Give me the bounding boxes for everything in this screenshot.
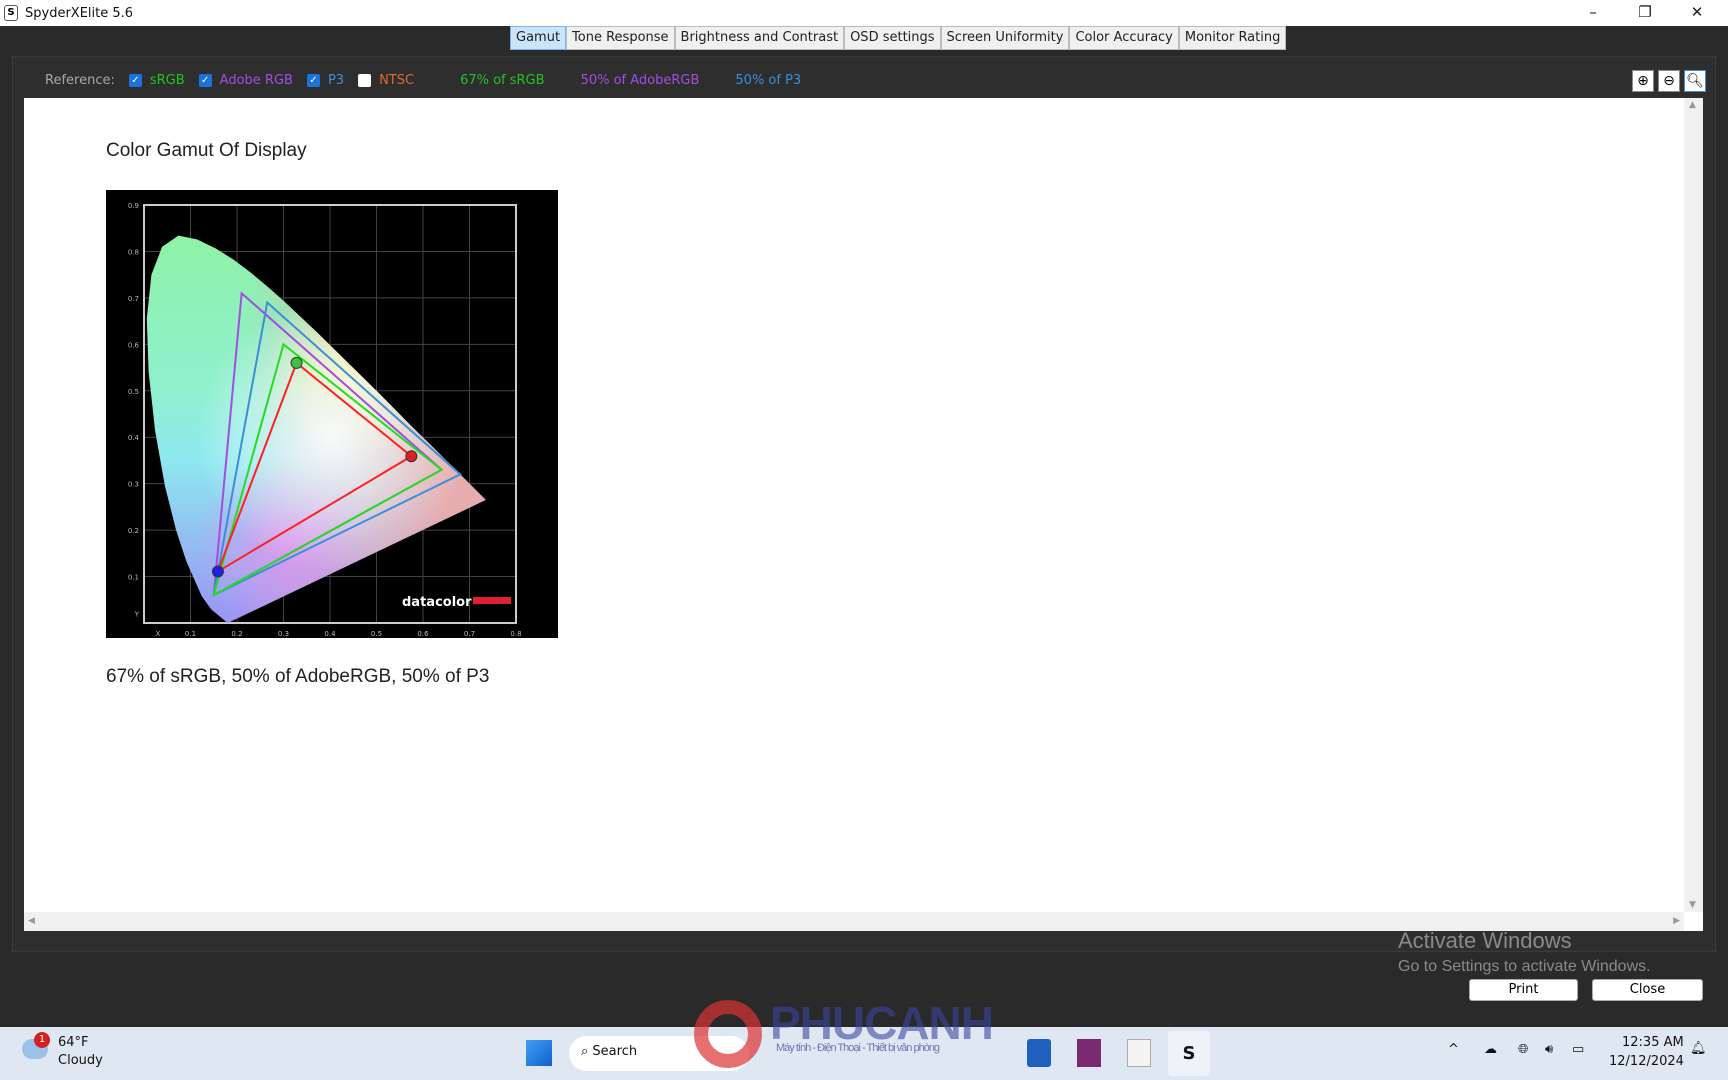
y-tick-label: 0.3: [128, 481, 139, 489]
ntsc-checkbox[interactable]: [358, 73, 372, 87]
close-window-button[interactable]: ✕: [1672, 0, 1722, 26]
tab-color-accuracy[interactable]: Color Accuracy: [1069, 26, 1179, 50]
measured-primary-point: [211, 565, 224, 578]
y-tick-label: 0.5: [128, 388, 139, 396]
page-title: Color Gamut Of Display: [106, 140, 307, 161]
srgb-coverage: 67% of sRGB: [460, 72, 545, 88]
gamut-chart: 0.1 0.2 0.3 0.4 0.5 0.6 0.7 0.8 0.1 0.2 0.3 0.4 0.5 0…: [106, 190, 558, 638]
y-tick-label: 0.6: [128, 341, 140, 349]
adobergb-coverage: 50% of AdobeRGB: [580, 72, 700, 88]
zoom-in-icon[interactable]: ⊕: [1632, 70, 1654, 92]
tab-tone-response[interactable]: Tone Response: [566, 26, 675, 50]
adobergb-checkbox[interactable]: ✓: [198, 73, 212, 87]
scroll-left-icon[interactable]: ◀: [28, 916, 35, 926]
datacolor-logo: datacolor: [402, 595, 472, 610]
reference-row: Reference: ✓ sRGB ✓ Adobe RGB ✓ P3 NTSC …: [45, 70, 801, 90]
spyder-taskbar-icon[interactable]: S: [1168, 1031, 1210, 1076]
vertical-scrollbar[interactable]: ▲ ▼: [1684, 98, 1703, 912]
x-tick-label: 0.1: [185, 630, 196, 638]
report-panel: Color Gamut Of Display 0.1 0.2 0.3 0.4 0.5 0.…: [24, 98, 1703, 931]
x-tick-label: 0.4: [324, 630, 336, 638]
srgb-checkbox[interactable]: ✓: [128, 73, 142, 87]
scroll-up-icon[interactable]: ▲: [1689, 100, 1696, 110]
watermark-line2: Go to Settings to activate Windows.: [1398, 958, 1651, 975]
weather-badge: 1: [34, 1032, 50, 1048]
search-icon: ⌕: [581, 1044, 589, 1059]
app-icon: S: [4, 5, 18, 21]
tab-bar: Gamut Tone Response Brightness and Contr…: [510, 26, 1287, 50]
y-tick-label: 0.1: [128, 574, 139, 582]
winrar-icon[interactable]: [1077, 1039, 1101, 1067]
x-tick-label: 0.2: [231, 630, 242, 638]
y-tick-label: 0.8: [128, 248, 139, 256]
y-tick-label: 0.7: [128, 295, 139, 303]
weather-condition[interactable]: Cloudy: [58, 1053, 103, 1068]
y-tick-label: 0.4: [128, 434, 140, 442]
gamut-summary: 67% of sRGB, 50% of AdobeRGB, 50% of P3: [106, 666, 490, 687]
clock-date[interactable]: 12/12/2024: [1609, 1054, 1684, 1069]
scroll-right-icon[interactable]: ▶: [1673, 916, 1680, 926]
minimize-button[interactable]: –: [1568, 0, 1618, 26]
notification-bell-icon[interactable]: 🔔︎: [1690, 1041, 1707, 1056]
zoom-fit-icon[interactable]: 🔍︎: [1684, 70, 1706, 92]
restore-button[interactable]: ❐: [1620, 0, 1670, 26]
x-tick-label: 0.7: [464, 630, 475, 638]
x-tick-label: 0.5: [371, 630, 382, 638]
ntsc-label: NTSC: [379, 72, 415, 88]
phucanh-logo: PHUCANH Máy tính - Điện Thoại - Thiết bị…: [694, 996, 994, 1054]
y-tick-label: 0.9: [128, 202, 139, 210]
spectral-locus: [146, 235, 486, 624]
gamut-chart-svg: 0.1 0.2 0.3 0.4 0.5 0.6 0.7 0.8 0.1 0.2 0.3 0.4 0.5 0…: [128, 202, 522, 638]
tab-monitor-rating[interactable]: Monitor Rating: [1178, 26, 1287, 50]
srgb-label: sRGB: [149, 72, 185, 88]
p3-coverage: 50% of P3: [735, 72, 802, 88]
tab-brightness-contrast[interactable]: Brightness and Contrast: [674, 26, 845, 50]
p3-label: P3: [327, 72, 345, 88]
window-title: SpyderXElite 5.6: [25, 5, 134, 21]
watermark-line1: Activate Windows: [1398, 928, 1572, 953]
language-icon[interactable]: 🌐︎: [1518, 1042, 1528, 1057]
onedrive-icon[interactable]: ☁: [1484, 1042, 1497, 1057]
scroll-down-icon[interactable]: ▼: [1689, 900, 1696, 910]
volume-icon[interactable]: 🔊︎: [1545, 1042, 1553, 1057]
adobergb-label: Adobe RGB: [219, 72, 293, 88]
activate-windows-watermark: Activate Windows Go to Settings to activ…: [1398, 928, 1651, 976]
close-button[interactable]: Close: [1592, 979, 1703, 1001]
tab-gamut[interactable]: Gamut: [510, 26, 567, 50]
title-bar: S SpyderXElite 5.6 – ❐ ✕: [0, 0, 1728, 26]
search-label: Search: [592, 1044, 638, 1059]
tray-chevron-icon[interactable]: ^: [1448, 1042, 1459, 1057]
y-axis-label: Y: [134, 611, 140, 619]
reference-label: Reference:: [45, 72, 115, 88]
x-tick-label: 0.3: [278, 630, 289, 638]
datacolor-logo-bar: [473, 597, 511, 604]
battery-icon[interactable]: ▭: [1572, 1042, 1584, 1057]
measured-primary-point: [405, 450, 418, 463]
x-tick-label: 0.8: [510, 630, 521, 638]
weather-temp[interactable]: 64°F: [58, 1035, 89, 1050]
start-icon[interactable]: [526, 1040, 552, 1066]
tab-screen-uniformity[interactable]: Screen Uniformity: [940, 26, 1070, 50]
tab-osd-settings[interactable]: OSD settings: [844, 26, 941, 50]
x-axis-label: X: [156, 630, 161, 638]
zoom-out-icon[interactable]: ⊖: [1658, 70, 1680, 92]
clock-time[interactable]: 12:35 AM: [1622, 1035, 1684, 1050]
print-button[interactable]: Print: [1469, 979, 1578, 1001]
p3-checkbox[interactable]: ✓: [306, 73, 320, 87]
speccy-icon[interactable]: [1127, 1039, 1151, 1067]
x-tick-label: 0.6: [417, 630, 429, 638]
store-icon[interactable]: [1027, 1039, 1051, 1067]
y-tick-label: 0.2: [128, 527, 139, 535]
zoom-controls: ⊕ ⊖ 🔍︎: [1632, 70, 1706, 92]
measured-primary-point: [290, 356, 303, 369]
